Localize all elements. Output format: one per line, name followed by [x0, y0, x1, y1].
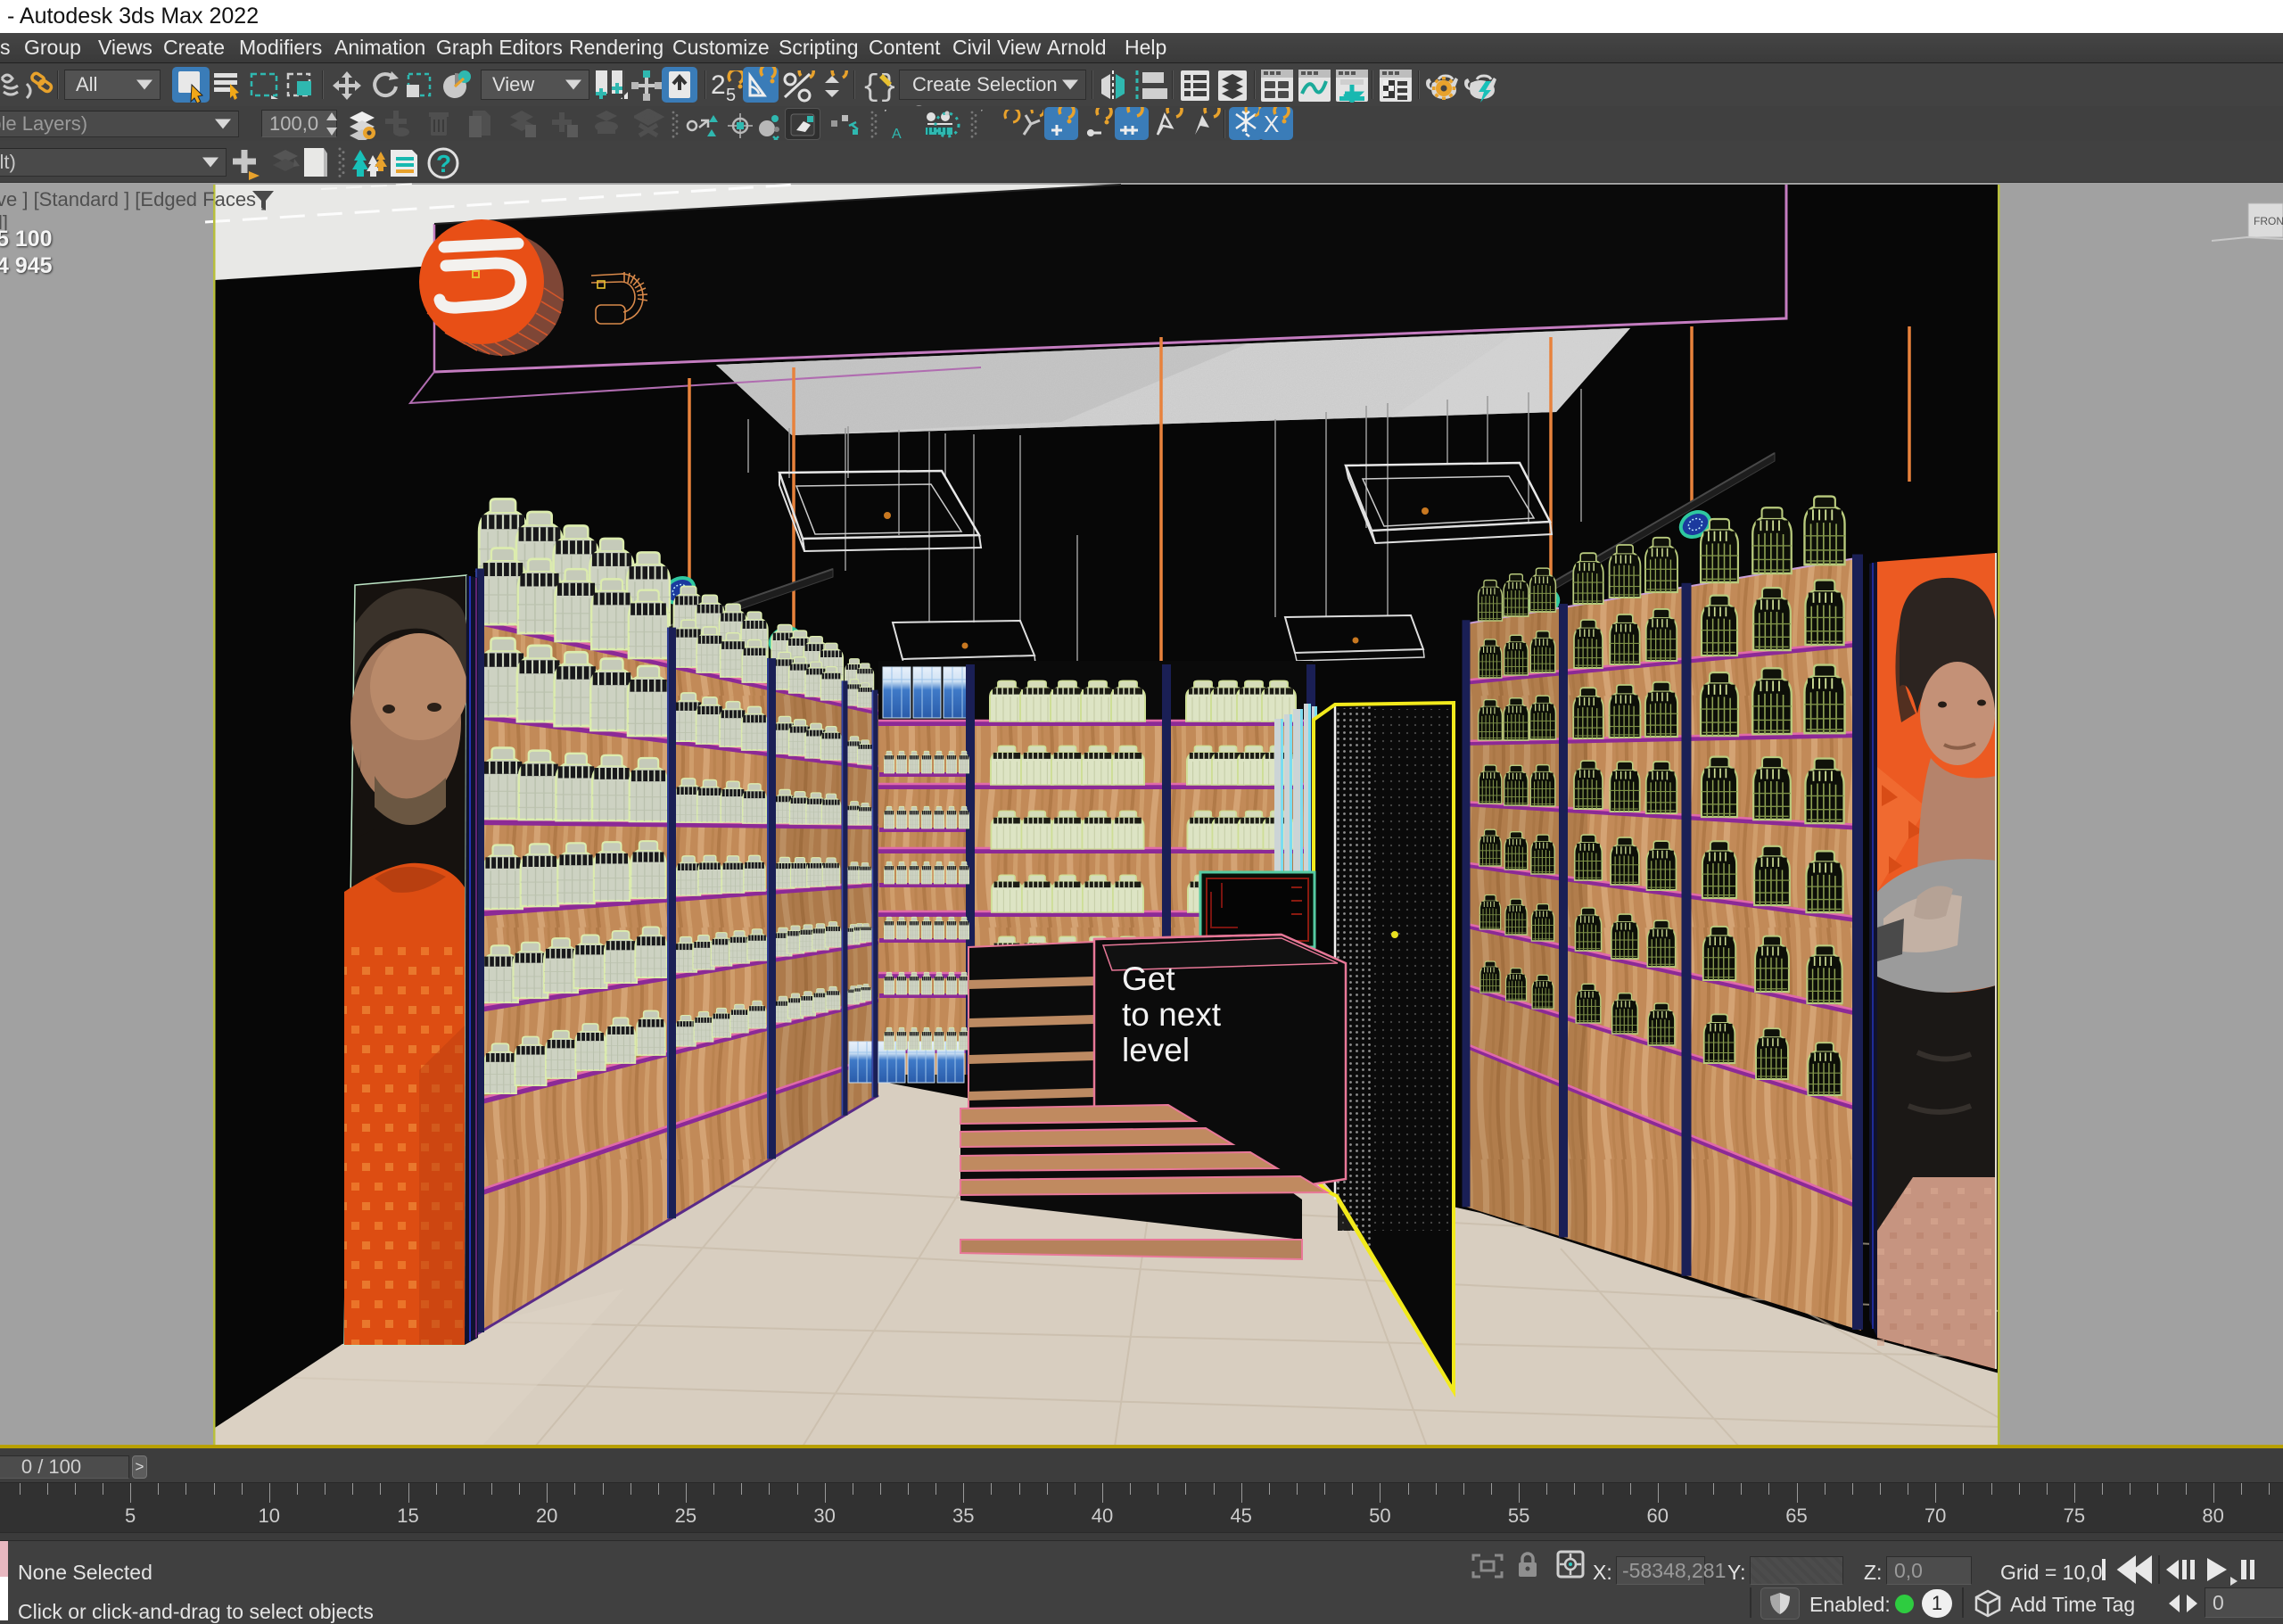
svg-text:4 945: 4 945: [0, 253, 53, 278]
svg-text:to next: to next: [1122, 996, 1222, 1033]
svg-text:FRON: FRON: [2254, 215, 2283, 227]
svg-text:ve ] [Standard ] [Edged Face: ve ] [Standard ] [Edged Faces ]: [0, 188, 267, 210]
svg-text:level: level: [1122, 1032, 1190, 1068]
svg-text:5 100: 5 100: [0, 227, 53, 251]
svg-text:Get: Get: [1122, 960, 1175, 997]
